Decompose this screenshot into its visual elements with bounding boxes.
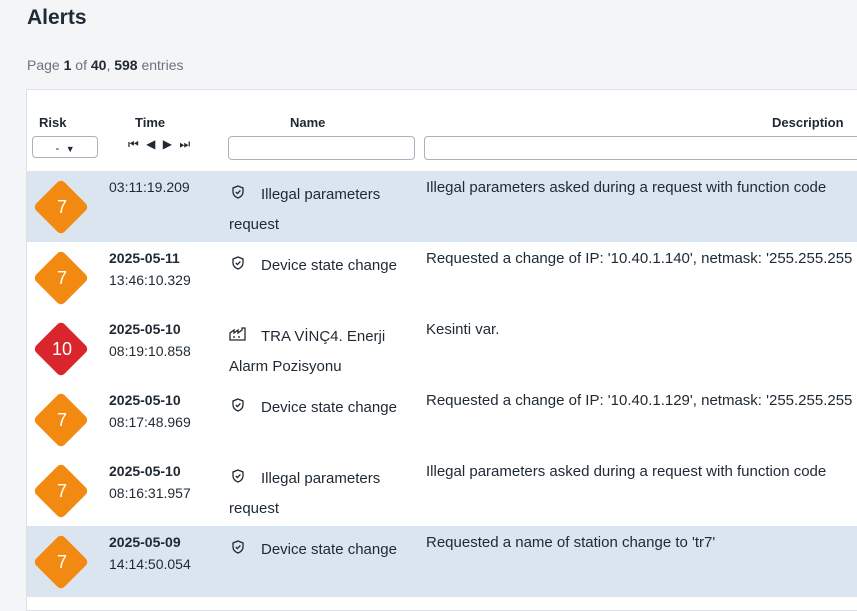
alert-name-text: Device state change bbox=[261, 541, 397, 558]
alert-name-text: Illegal parameters request bbox=[229, 186, 381, 233]
alert-date: 2025-05-10 bbox=[109, 321, 181, 337]
alert-time: 13:46:10.329 bbox=[109, 272, 191, 288]
alert-name[interactable]: Device state change bbox=[229, 535, 424, 565]
alert-name[interactable]: Illegal parameters request bbox=[229, 464, 424, 524]
alert-time: 08:16:31.957 bbox=[109, 485, 191, 501]
alert-description: Kesinti var. bbox=[426, 321, 500, 338]
header-description[interactable]: Description bbox=[772, 115, 844, 130]
alert-name-text: Illegal parameters request bbox=[229, 470, 381, 517]
table-row[interactable]: 7 2025-05-10 08:16:31.957 Illegal parameter… bbox=[27, 455, 857, 526]
shield-icon bbox=[229, 180, 247, 210]
factory-icon bbox=[229, 322, 247, 352]
time-nav: ⏮ ◀ ▶ ⏭ bbox=[127, 137, 192, 152]
pager-total: 40 bbox=[90, 57, 107, 73]
alert-description: Illegal parameters asked during a reques… bbox=[426, 179, 827, 196]
alert-name[interactable]: Illegal parameters request bbox=[229, 180, 424, 240]
header-risk[interactable]: Risk bbox=[39, 115, 66, 130]
pager-entries-label: entries bbox=[141, 57, 184, 73]
next-page-icon[interactable]: ▶ bbox=[162, 137, 174, 151]
table-row[interactable]: 7 03:11:19.209 Illegal parameters request I… bbox=[27, 171, 857, 242]
first-page-icon[interactable]: ⏮ bbox=[127, 137, 141, 151]
table-row[interactable]: 10 2025-05-10 08:19:10.858 TRA VİNÇ4. Enerj… bbox=[27, 313, 857, 384]
header-time[interactable]: Time bbox=[135, 115, 165, 130]
shield-icon bbox=[229, 251, 247, 281]
alert-name[interactable]: TRA VİNÇ4. Enerji Alarm Pozisyonu bbox=[229, 322, 424, 382]
pager-sep: , bbox=[106, 57, 111, 73]
alert-name[interactable]: Device state change bbox=[229, 393, 424, 423]
page-title: Alerts bbox=[27, 6, 87, 29]
shield-icon bbox=[229, 393, 247, 423]
name-filter-input[interactable] bbox=[228, 136, 415, 160]
alerts-table: Risk Time Name Description - ▼ ⏮ ◀ ▶ ⏭ 7… bbox=[26, 89, 857, 611]
alert-time: 08:19:10.858 bbox=[109, 343, 191, 359]
alert-description: Requested a change of IP: '10.40.1.129',… bbox=[426, 392, 853, 409]
alert-date: 2025-05-09 bbox=[109, 534, 181, 550]
risk-filter-value: - bbox=[55, 141, 60, 155]
risk-badge-value: 7 bbox=[56, 410, 67, 430]
alert-name[interactable]: Device state change bbox=[229, 251, 424, 281]
alert-description: Requested a name of station change to 't… bbox=[426, 534, 716, 551]
alert-time: 03:11:19.209 bbox=[109, 179, 190, 195]
table-row[interactable]: 7 2025-05-09 14:14:50.054 Device state chan… bbox=[27, 526, 857, 597]
shield-icon bbox=[229, 535, 247, 565]
risk-badge-value: 7 bbox=[56, 552, 67, 572]
table-row[interactable]: 7 2025-05-10 08:17:48.969 Device state chan… bbox=[27, 384, 857, 455]
alert-name-text: Device state change bbox=[261, 257, 397, 274]
pager-entries-count: 598 bbox=[114, 57, 138, 73]
shield-icon bbox=[229, 464, 247, 494]
alert-time: 14:14:50.054 bbox=[109, 556, 191, 572]
chevron-down-icon: ▼ bbox=[65, 144, 75, 154]
alert-time: 08:17:48.969 bbox=[109, 414, 191, 430]
table-row[interactable]: 7 2025-05-11 13:46:10.329 Device state chan… bbox=[27, 242, 857, 313]
alert-date: 2025-05-10 bbox=[109, 463, 181, 479]
pager-current: 1 bbox=[63, 57, 72, 73]
risk-badge-value: 7 bbox=[56, 268, 67, 288]
risk-filter-select[interactable]: - ▼ bbox=[32, 136, 98, 158]
header-name[interactable]: Name bbox=[290, 115, 325, 130]
pager-prefix: Page bbox=[27, 57, 60, 73]
alert-description: Requested a change of IP: '10.40.1.140',… bbox=[426, 250, 853, 267]
risk-badge-value: 10 bbox=[51, 339, 73, 359]
risk-badge-value: 7 bbox=[56, 197, 67, 217]
pager-of: of bbox=[75, 57, 87, 73]
alert-date: 2025-05-10 bbox=[109, 392, 181, 408]
last-page-icon[interactable]: ⏭ bbox=[178, 137, 192, 151]
alert-name-text: Device state change bbox=[261, 399, 397, 416]
pager-info: Page 1 of 40, 598 entries bbox=[27, 57, 184, 73]
risk-badge-value: 7 bbox=[56, 481, 67, 501]
alert-description: Illegal parameters asked during a reques… bbox=[426, 463, 827, 480]
alert-date: 2025-05-11 bbox=[109, 250, 180, 266]
alert-name-text: TRA VİNÇ4. Enerji Alarm Pozisyonu bbox=[229, 328, 386, 375]
prev-page-icon[interactable]: ◀ bbox=[145, 137, 157, 151]
description-filter-input[interactable] bbox=[424, 136, 857, 160]
